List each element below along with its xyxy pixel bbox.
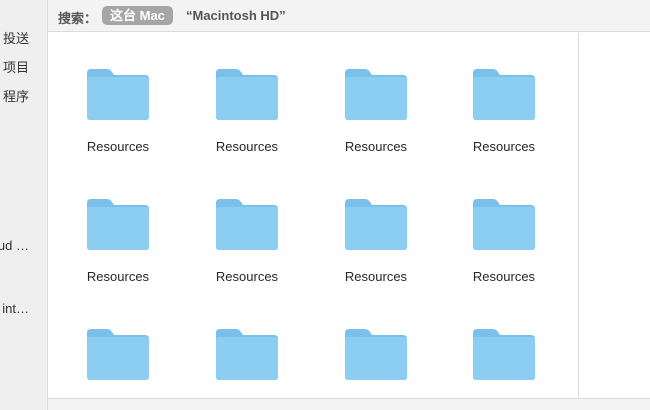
sidebar: 投送 项目 程序 ud … int… <box>0 0 48 410</box>
folder-icon <box>471 197 537 251</box>
sidebar-item-icloud[interactable]: ud … <box>0 238 29 254</box>
sidebar-item-recents[interactable]: 项目 <box>3 60 29 76</box>
grid-item-label: Resources <box>472 139 536 154</box>
folder-icon <box>343 197 409 251</box>
scope-this-mac-button[interactable]: 这台 Mac <box>102 6 173 25</box>
grid-item-label: Resources <box>86 139 150 154</box>
scope-macintosh-hd-button[interactable]: “Macintosh HD” <box>186 8 286 23</box>
preview-panel <box>579 33 650 398</box>
folder-icon <box>471 67 537 121</box>
folder-icon <box>214 197 280 251</box>
folder-icon <box>85 197 151 251</box>
sidebar-item-int[interactable]: int… <box>2 301 29 317</box>
sidebar-item-applications[interactable]: 程序 <box>3 89 29 105</box>
folder-icon <box>471 327 537 381</box>
sidebar-item-airdrop[interactable]: 投送 <box>3 31 29 47</box>
folder-icon <box>214 67 280 121</box>
grid-item-label: Resources <box>215 269 279 284</box>
grid-item-label: Resources <box>344 269 408 284</box>
grid-item-label: Resources <box>215 139 279 154</box>
grid-item-label: Resources <box>344 139 408 154</box>
search-scope-bar: 搜索： 这台 Mac “Macintosh HD” <box>48 0 650 32</box>
folder-icon <box>343 67 409 121</box>
grid-item-label: Resources <box>472 269 536 284</box>
search-label: 搜索： <box>58 11 98 26</box>
folder-icon <box>343 327 409 381</box>
status-bar <box>48 398 650 410</box>
folder-icon <box>85 67 151 121</box>
folder-icon <box>85 327 151 381</box>
folder-icon <box>214 327 280 381</box>
grid-item-label: Resources <box>86 269 150 284</box>
results-grid: Resources Resources Resources Resources Reso… <box>48 33 578 398</box>
